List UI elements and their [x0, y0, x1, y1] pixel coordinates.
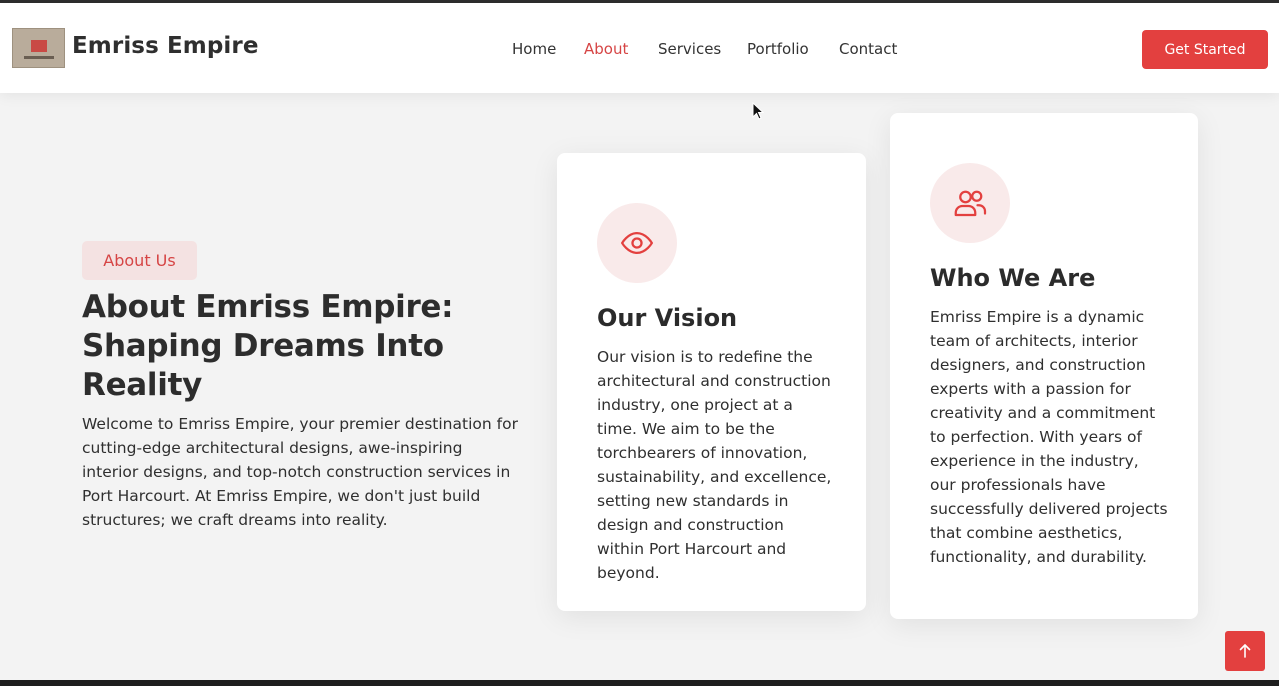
vision-card: Our Vision Our vision is to redefine the… [557, 153, 866, 611]
footer-edge [0, 680, 1279, 686]
who-we-are-title: Who We Are [930, 264, 1096, 292]
scroll-to-top-button[interactable] [1225, 631, 1265, 671]
mouse-cursor-icon [752, 102, 764, 120]
vision-title: Our Vision [597, 304, 738, 332]
logo-image[interactable] [12, 28, 65, 68]
get-started-button[interactable]: Get Started [1142, 30, 1268, 69]
logo-house-icon [30, 39, 47, 52]
about-us-badge: About Us [82, 241, 197, 280]
vision-text: Our vision is to redefine the architectu… [597, 348, 832, 582]
who-we-are-text: Emriss Empire is a dynamic team of archi… [930, 308, 1168, 566]
users-icon [930, 163, 1010, 243]
nav-portfolio[interactable]: Portfolio [747, 40, 809, 58]
logo-text-mark [23, 55, 54, 59]
arrow-up-icon [1239, 644, 1251, 658]
brand-name[interactable]: Emriss Empire [72, 33, 259, 59]
about-intro-text: Welcome to Emriss Empire, your premier d… [82, 415, 518, 529]
eye-icon [597, 203, 677, 283]
nav-about[interactable]: About [584, 40, 628, 58]
who-we-are-card: Who We Are Emriss Empire is a dynamic te… [890, 113, 1198, 619]
nav-home[interactable]: Home [512, 40, 556, 58]
about-heading: About Emriss Empire: Shaping Dreams Into… [82, 289, 454, 403]
site-header: Emriss Empire Home About Services Portfo… [0, 3, 1279, 93]
nav-services[interactable]: Services [658, 40, 721, 58]
nav-contact[interactable]: Contact [839, 40, 897, 58]
